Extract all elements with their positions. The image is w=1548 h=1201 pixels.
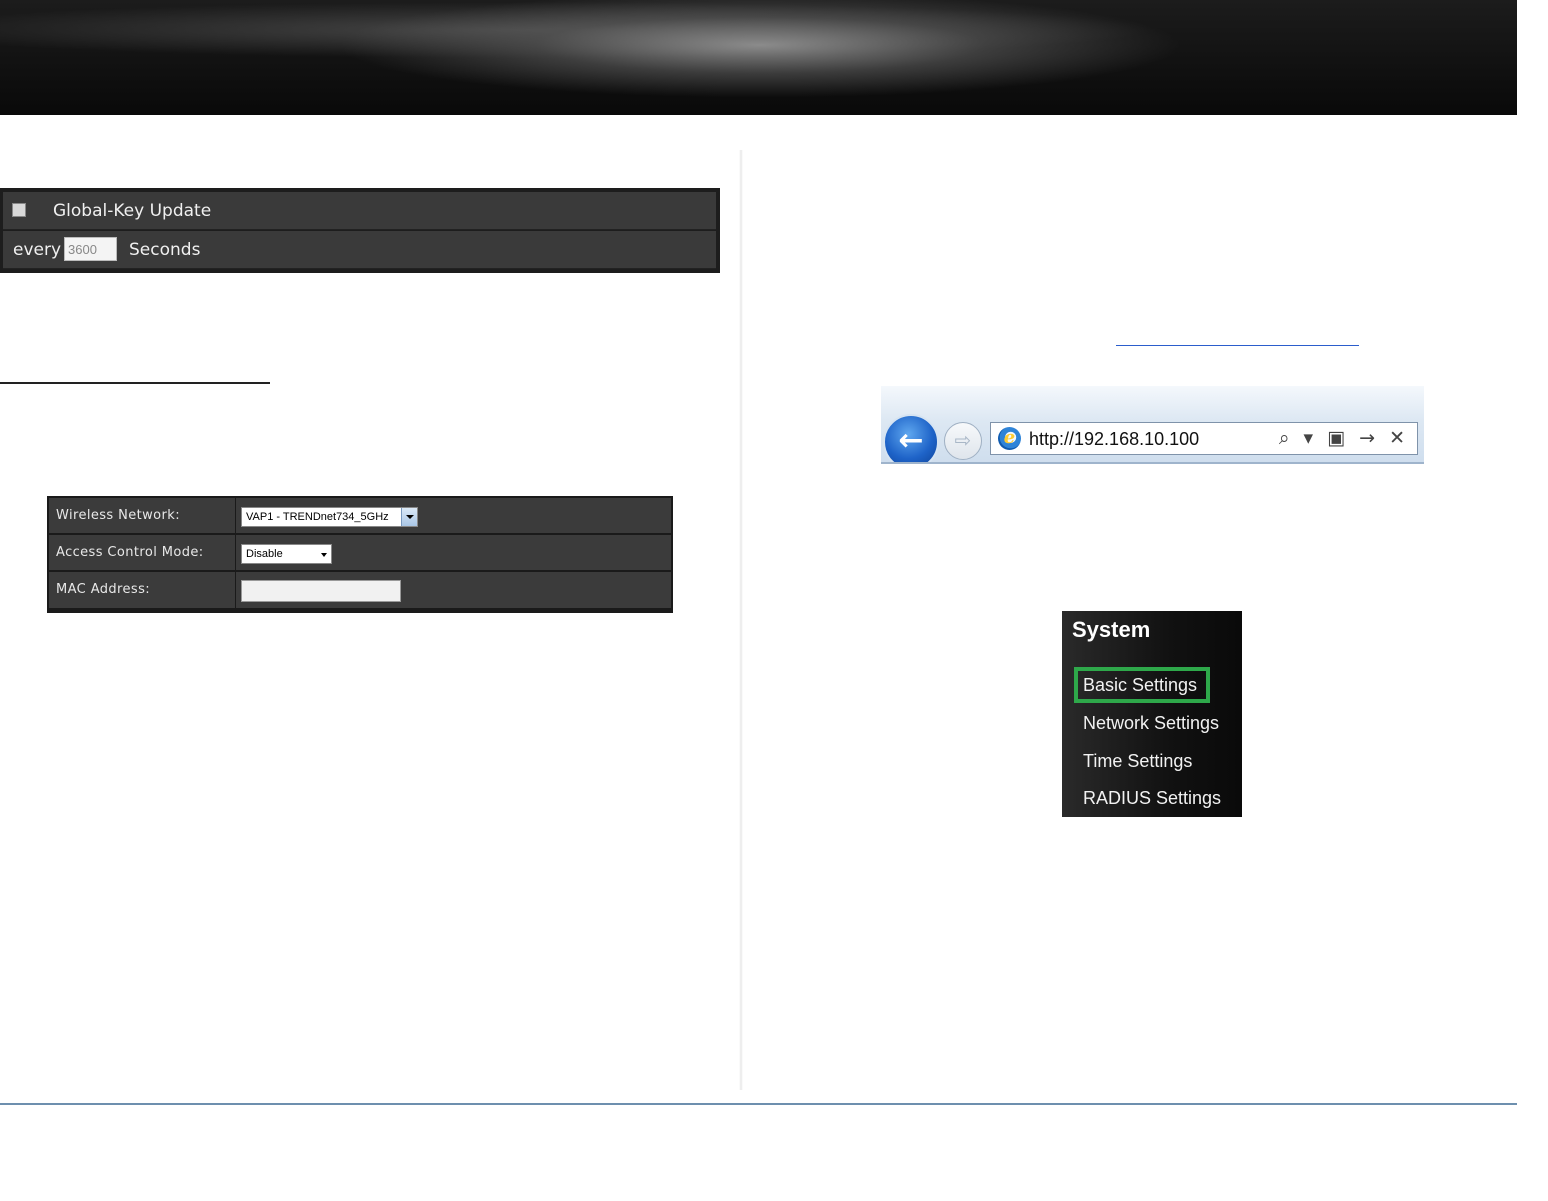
column-divider <box>739 150 743 1090</box>
seconds-label: Seconds <box>129 240 201 260</box>
hyperlink-underline[interactable] <box>1116 345 1359 346</box>
every-label: every <box>13 240 62 260</box>
system-menu: System Basic Settings Network Settings T… <box>1062 611 1242 817</box>
back-arrow-icon[interactable]: ← <box>883 414 939 462</box>
address-tools-icons[interactable]: ⌕ ▾ ▣ → ✕ <box>1279 427 1409 449</box>
row-separator <box>235 535 236 570</box>
interval-row: every 3600 Seconds <box>3 231 716 269</box>
global-key-checkbox[interactable] <box>12 203 26 217</box>
menu-item-basic-settings[interactable]: Basic Settings <box>1083 675 1197 696</box>
wireless-network-value: VAP1 - TRENDnet734_5GHz <box>246 511 389 523</box>
access-control-mode-select[interactable]: Disable <box>241 544 332 564</box>
section-heading-underline <box>0 382 270 384</box>
row-separator <box>235 498 236 533</box>
global-key-label: Global-Key Update <box>53 201 212 221</box>
mac-address-label: MAC Address: <box>56 582 151 597</box>
access-control-panel: Wireless Network: VAP1 - TRENDnet734_5GH… <box>47 496 673 613</box>
wireless-network-label: Wireless Network: <box>56 508 180 523</box>
forward-arrow-icon[interactable]: ⇨ <box>944 422 982 460</box>
wireless-network-select[interactable]: VAP1 - TRENDnet734_5GHz <box>241 507 418 527</box>
mac-address-input[interactable] <box>241 580 401 602</box>
footer-rule <box>0 1103 1517 1105</box>
global-key-panel: Global-Key Update every 3600 Seconds <box>0 188 720 273</box>
row-separator <box>235 572 236 608</box>
access-control-mode-label: Access Control Mode: <box>56 545 204 560</box>
internet-explorer-icon: e <box>998 427 1021 450</box>
menu-item-time-settings[interactable]: Time Settings <box>1083 751 1192 772</box>
header-banner <box>0 0 1517 115</box>
chevron-down-icon[interactable] <box>401 508 417 526</box>
access-control-mode-value: Disable <box>246 548 283 560</box>
global-key-row: Global-Key Update <box>3 192 716 230</box>
wireless-network-row: Wireless Network: VAP1 - TRENDnet734_5GH… <box>49 498 671 534</box>
system-menu-title: System <box>1072 617 1151 642</box>
interval-input[interactable]: 3600 <box>64 237 117 261</box>
address-field[interactable]: e http://192.168.10.100 ⌕ ▾ ▣ → ✕ <box>990 422 1418 455</box>
chevron-down-icon[interactable] <box>321 553 327 557</box>
browser-address-bar: ← ⇨ e http://192.168.10.100 ⌕ ▾ ▣ → ✕ <box>881 386 1424 464</box>
menu-item-radius-settings[interactable]: RADIUS Settings <box>1083 788 1221 809</box>
access-control-mode-row: Access Control Mode: Disable <box>49 535 671 571</box>
url-text: http://192.168.10.100 <box>1029 429 1200 449</box>
menu-item-network-settings[interactable]: Network Settings <box>1083 713 1219 734</box>
mac-address-row: MAC Address: <box>49 572 671 609</box>
